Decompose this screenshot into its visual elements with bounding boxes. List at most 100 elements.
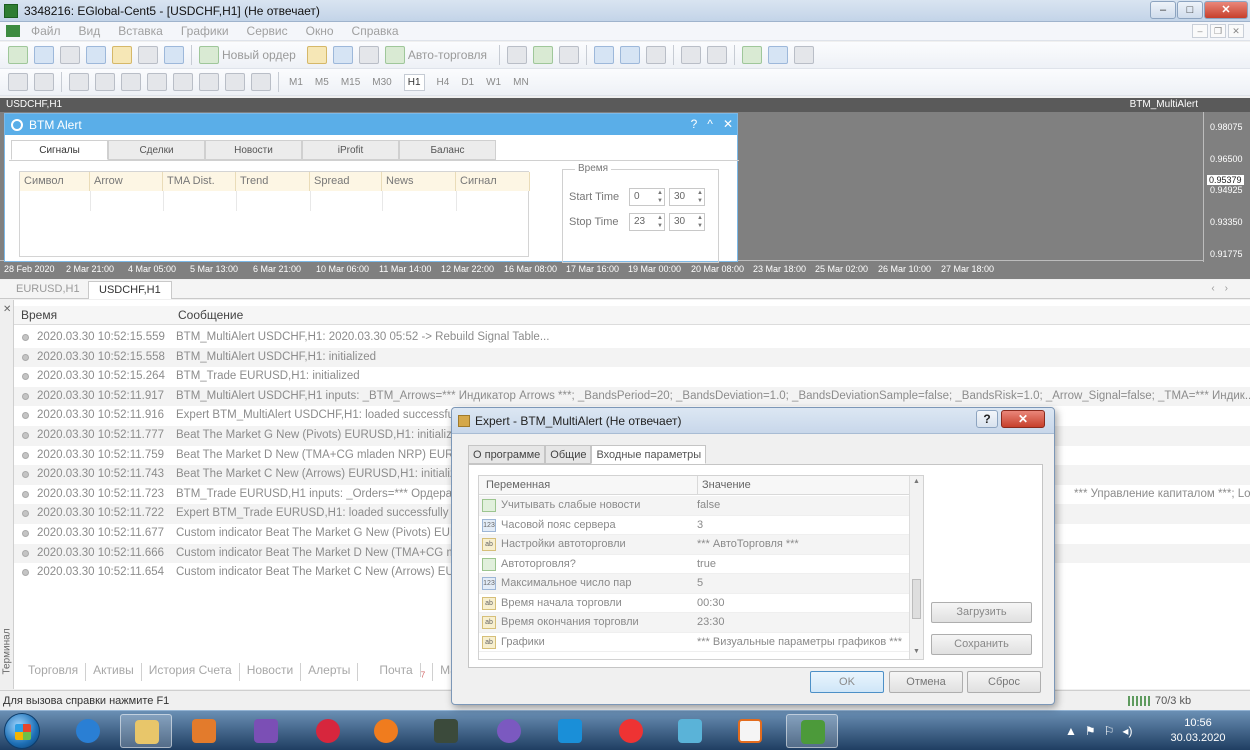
tab-scroll-arrows-icon[interactable]: ‹› — [1211, 283, 1238, 294]
mdi-restore-button[interactable]: ❐ — [1210, 24, 1226, 38]
channel-icon[interactable] — [147, 73, 167, 91]
periods-icon[interactable] — [768, 46, 789, 64]
start-hour-spinner[interactable]: 0 ▲ ▼ — [629, 188, 665, 206]
taskbar-app-opera[interactable] — [302, 714, 354, 748]
column-header[interactable]: Символ — [20, 172, 90, 191]
zoom-out-icon[interactable] — [620, 46, 641, 64]
auto-scroll-icon[interactable] — [681, 46, 702, 64]
vertical-line-icon[interactable] — [69, 73, 89, 91]
crosshair-icon[interactable] — [34, 73, 54, 91]
column-value[interactable]: Значение — [697, 476, 751, 495]
timeframe-m1[interactable]: M1 — [289, 77, 303, 88]
menu-help[interactable]: Справка — [343, 24, 408, 38]
taskbar-app-yandex[interactable] — [605, 714, 657, 748]
parameter-row[interactable]: 123 Максимальное число пар 5 — [479, 574, 909, 594]
column-header[interactable]: TMA Dist. — [163, 172, 236, 191]
column-time[interactable]: Время — [21, 306, 57, 325]
taskbar-app-vs[interactable] — [240, 714, 292, 748]
vps-icon[interactable] — [358, 46, 379, 64]
parameter-row[interactable]: ab Время окончания торговли 23:30 — [479, 613, 909, 633]
navigator-icon[interactable] — [86, 46, 106, 64]
tab-alerts[interactable]: Алерты — [301, 663, 359, 681]
metaeditor-icon[interactable] — [306, 46, 327, 64]
timeframe-h4[interactable]: H4 — [437, 77, 450, 88]
tab-signals[interactable]: Сигналы — [11, 140, 108, 160]
tab-assets[interactable]: Активы — [86, 663, 142, 681]
tab-balance[interactable]: Баланс — [399, 140, 496, 160]
close-panel-button[interactable]: ✕ — [723, 117, 733, 131]
dialog-close-button[interactable]: ✕ — [1001, 410, 1045, 428]
collapse-button[interactable]: ^ — [707, 117, 713, 131]
parameter-row[interactable]: ab Время начала торговли 00:30 — [479, 594, 909, 613]
strategy-tester-icon[interactable] — [164, 46, 184, 64]
taskbar-app-firefox[interactable] — [360, 714, 412, 748]
column-header[interactable]: News — [382, 172, 456, 191]
menu-view[interactable]: Вид — [70, 24, 110, 38]
tray-expand-icon[interactable]: ▲ — [1065, 724, 1077, 738]
templates-icon[interactable] — [794, 46, 815, 64]
parameter-row[interactable]: ab Настройки автоторговли *** АвтоТорговля… — [479, 535, 909, 555]
taskbar-app-explorer[interactable] — [120, 714, 172, 748]
taskbar-app-forex[interactable] — [724, 714, 776, 748]
spinner-arrows-icon[interactable]: ▲ ▼ — [697, 214, 703, 230]
autotrading-button[interactable]: Авто-торговля — [382, 46, 487, 64]
column-header[interactable]: Trend — [236, 172, 310, 191]
log-row[interactable]: 2020.03.30 10:52:11.917 BTM_MultiAlert US… — [14, 386, 1250, 407]
indicators-icon[interactable] — [742, 46, 763, 64]
save-button[interactable]: Сохранить — [931, 634, 1032, 655]
spinner-arrows-icon[interactable]: ▲ ▼ — [657, 189, 663, 205]
parameters-scrollbar[interactable]: ▲ ▼ — [909, 476, 923, 659]
text-label-icon[interactable] — [225, 73, 245, 91]
load-button[interactable]: Загрузить — [931, 602, 1032, 623]
mdi-close-button[interactable]: ✕ — [1228, 24, 1244, 38]
log-row[interactable]: 2020.03.30 10:52:15.559 BTM_MultiAlert US… — [14, 328, 1250, 348]
start-button[interactable] — [4, 713, 40, 749]
tab-history[interactable]: История Счета — [142, 663, 240, 681]
taskbar-app-g[interactable] — [544, 714, 596, 748]
dialog-help-button[interactable]: ? — [976, 410, 998, 428]
column-variable[interactable]: Переменная — [486, 476, 550, 495]
timeframe-m15[interactable]: M15 — [341, 77, 360, 88]
chart-shift-icon[interactable] — [707, 46, 728, 64]
candlesticks-icon[interactable] — [533, 46, 554, 64]
stop-minute-spinner[interactable]: 30 ▲ ▼ — [669, 213, 705, 231]
column-header[interactable]: Сигнал — [456, 172, 530, 191]
close-button[interactable]: ✕ — [1204, 1, 1248, 19]
menu-file[interactable]: Файл — [22, 24, 70, 38]
trendline-icon[interactable] — [121, 73, 141, 91]
scroll-up-icon[interactable]: ▲ — [913, 478, 920, 485]
close-icon[interactable]: ✕ — [3, 304, 11, 315]
taskbar-app-viber[interactable] — [483, 714, 535, 748]
terminal-icon[interactable] — [138, 46, 158, 64]
new-order-button[interactable]: Новый ордер — [196, 46, 296, 64]
scroll-down-icon[interactable]: ▼ — [913, 648, 920, 655]
tile-windows-icon[interactable] — [646, 46, 667, 64]
maximize-button[interactable]: □ — [1177, 1, 1203, 19]
taskbar-clock[interactable]: 10:56 30.03.2020 — [1168, 716, 1228, 746]
signals-icon[interactable] — [332, 46, 353, 64]
start-minute-spinner[interactable]: 30 ▲ ▼ — [669, 188, 705, 206]
volume-icon[interactable]: ◂) — [1122, 724, 1132, 738]
data-window-icon[interactable] — [112, 46, 132, 64]
spinner-arrows-icon[interactable]: ▲ ▼ — [657, 214, 663, 230]
text-icon[interactable] — [199, 73, 219, 91]
taskbar-app-terminal[interactable] — [420, 714, 472, 748]
column-header[interactable]: Spread — [310, 172, 382, 191]
tab-terminal-news[interactable]: Новости — [240, 663, 302, 681]
timeframe-m5[interactable]: M5 — [315, 77, 329, 88]
timeframe-m30[interactable]: M30 — [372, 77, 391, 88]
market-watch-icon[interactable] — [60, 46, 80, 64]
menu-window[interactable]: Окно — [297, 24, 343, 38]
tab-trade[interactable]: Торговля — [14, 663, 87, 681]
tab-iprofit[interactable]: iProfit — [302, 140, 399, 160]
timeframe-mn[interactable]: MN — [513, 77, 529, 88]
menu-tools[interactable]: Сервис — [238, 24, 297, 38]
arrows-icon[interactable] — [251, 73, 271, 91]
mdi-minimize-button[interactable]: – — [1192, 24, 1208, 38]
horizontal-line-icon[interactable] — [95, 73, 115, 91]
taskbar-app-metatrader[interactable] — [786, 714, 838, 748]
timeframe-h1[interactable]: H1 — [403, 73, 425, 91]
taskbar-app-media[interactable] — [178, 714, 230, 748]
column-header[interactable]: Arrow — [90, 172, 163, 191]
flag-icon[interactable]: ⚐ — [1104, 724, 1115, 738]
